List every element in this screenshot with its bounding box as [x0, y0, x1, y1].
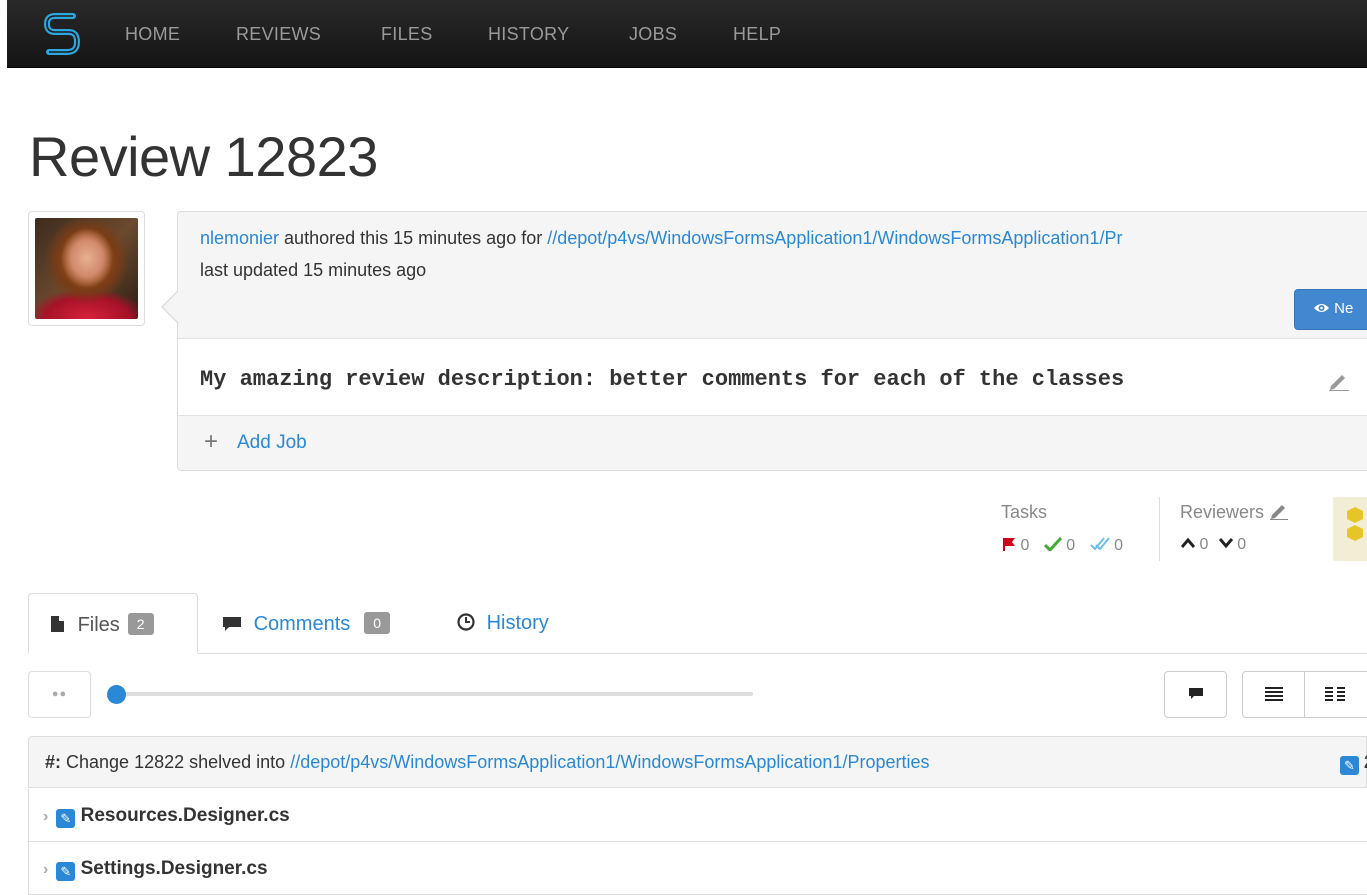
dots-icon: ●● — [51, 688, 68, 700]
change-prefix: #: — [45, 752, 62, 772]
author-line: nlemonier authored this 15 minutes ago f… — [200, 228, 1122, 249]
inline-diff-button[interactable] — [1242, 671, 1305, 718]
eye-icon — [1314, 304, 1329, 312]
nav-history[interactable]: HISTORY — [488, 24, 569, 45]
edit-reviewers-icon[interactable] — [1269, 502, 1289, 521]
authored-text: authored this 15 minutes ago for — [279, 228, 548, 248]
toggle-comments-button[interactable] — [1164, 671, 1227, 718]
file-name: Settings.Designer.cs — [80, 858, 268, 879]
votes-counts[interactable]: 0 0 — [1180, 536, 1247, 554]
tab-comments[interactable]: Comments 0 — [222, 593, 391, 654]
change-path-link[interactable]: //depot/p4vs/WindowsFormsApplication1/Wi… — [290, 752, 929, 772]
nav-home[interactable]: HOME — [125, 24, 180, 45]
edit-icon: ✎ — [1339, 756, 1359, 775]
tab-history-label[interactable]: History — [487, 612, 549, 634]
page-title: Review 12823 — [29, 125, 378, 188]
check-icon — [1043, 536, 1062, 553]
review-card: nlemonier authored this 15 minutes ago f… — [177, 211, 1367, 471]
chevron-right-icon: › — [43, 861, 49, 878]
review-description: My amazing review description: better co… — [200, 367, 1125, 392]
double-check-icon — [1089, 537, 1110, 551]
swarm-logo-icon[interactable] — [43, 10, 81, 58]
comment-icon — [1188, 688, 1203, 699]
vote-up-icon — [1180, 537, 1196, 548]
version-slider-track[interactable] — [110, 692, 753, 696]
tab-files-label: Files — [77, 614, 120, 636]
diff-mode-toggle-button[interactable]: ●● — [28, 671, 91, 718]
edit-icon: ✎ — [56, 809, 76, 828]
tasks-open-count: 0 — [1020, 537, 1030, 554]
chevron-right-icon: › — [43, 808, 49, 825]
vote-down-icon — [1218, 538, 1233, 549]
file-row[interactable]: › ✎ Settings.Designer.cs — [28, 842, 1367, 895]
reviewer-avatar[interactable] — [1333, 497, 1367, 561]
author-avatar-frame[interactable] — [28, 211, 145, 326]
author-link[interactable]: nlemonier — [200, 228, 279, 248]
tab-history[interactable]: History — [457, 593, 549, 654]
tab-files[interactable]: Files 2 — [28, 593, 198, 654]
tab-comments-label[interactable]: Comments — [254, 613, 351, 635]
review-path-link[interactable]: //depot/p4vs/WindowsFormsApplication1/Wi… — [547, 228, 1122, 248]
reviewers-label: Reviewers — [1180, 502, 1289, 523]
card-pointer-inner — [163, 292, 178, 322]
view-button-label: Ne — [1334, 300, 1354, 317]
edit-pencil-icon[interactable] — [1328, 371, 1350, 391]
edit-icon: ✎ — [56, 862, 76, 881]
nav-reviews[interactable]: REVIEWS — [236, 24, 321, 45]
view-button[interactable]: Ne — [1294, 289, 1367, 330]
edited-files-count: ✎ 2 — [1339, 752, 1367, 775]
file-icon — [51, 616, 64, 632]
votes-up-count: 0 — [1199, 536, 1209, 553]
columns-icon — [1325, 687, 1345, 701]
description-band: My amazing review description: better co… — [178, 338, 1367, 416]
nav-help[interactable]: HELP — [733, 24, 781, 45]
file-name: Resources.Designer.cs — [80, 805, 290, 826]
nav-files[interactable]: FILES — [381, 24, 433, 45]
tasks-verified-count: 0 — [1114, 537, 1123, 554]
clock-icon — [457, 613, 475, 631]
reviewers-label-text: Reviewers — [1180, 502, 1265, 522]
comments-count-badge: 0 — [364, 612, 391, 634]
tasks-counts[interactable]: 0 0 0 — [1002, 536, 1127, 555]
change-header: #: Change 12822 shelved into //depot/p4v… — [28, 736, 1367, 788]
add-job-link[interactable]: Add Job — [237, 432, 307, 454]
change-text: Change 12822 shelved into — [61, 752, 291, 772]
file-row[interactable]: › ✎ Resources.Designer.cs — [28, 789, 1367, 842]
plus-icon: + — [204, 428, 219, 455]
version-slider-handle[interactable] — [107, 685, 126, 704]
comment-icon — [223, 617, 241, 631]
stat-divider — [1159, 497, 1160, 561]
side-by-side-diff-button[interactable] — [1304, 671, 1367, 718]
top-navbar: HOME REVIEWS FILES HISTORY JOBS HELP — [7, 0, 1367, 68]
flag-icon — [1003, 538, 1015, 551]
tasks-label: Tasks — [1001, 502, 1048, 522]
files-count-badge: 2 — [127, 613, 154, 635]
last-updated-text: last updated 15 minutes ago — [200, 260, 427, 280]
votes-down-count: 0 — [1237, 536, 1247, 553]
tasks-addressed-count: 0 — [1066, 537, 1076, 554]
hexagon-avatar-icon — [1347, 507, 1363, 541]
align-justify-icon — [1264, 687, 1283, 701]
author-avatar[interactable] — [35, 218, 138, 319]
nav-jobs[interactable]: JOBS — [629, 24, 677, 45]
